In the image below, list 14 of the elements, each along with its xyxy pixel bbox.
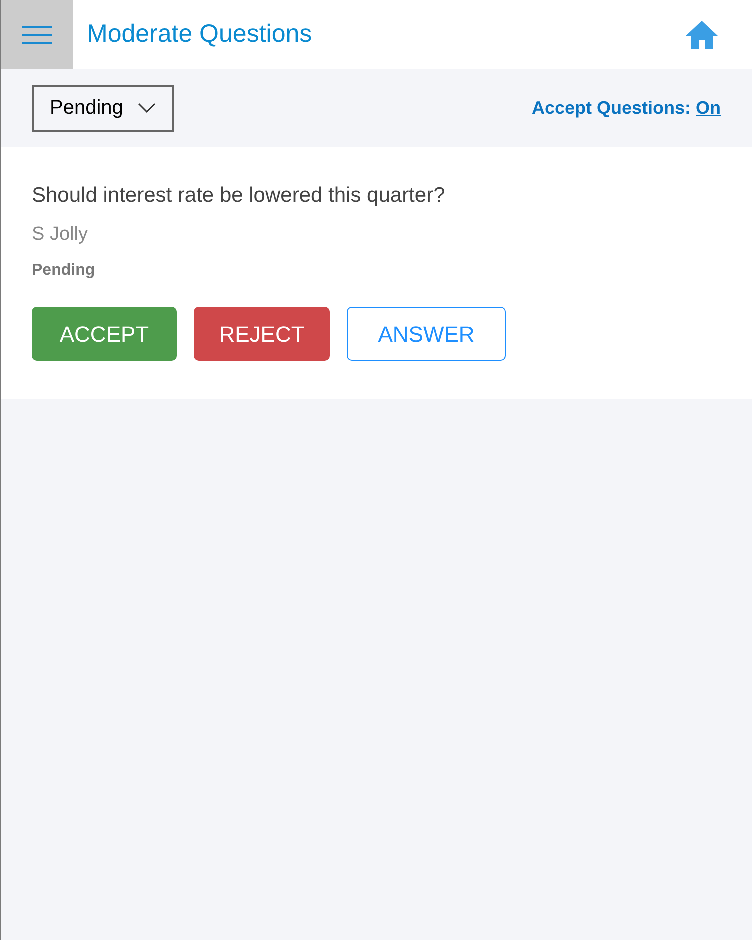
accept-questions-label: Accept Questions: <box>532 96 691 120</box>
accept-button[interactable]: ACCEPT <box>32 307 177 361</box>
question-status: Pending <box>32 261 96 281</box>
accept-questions-toggle[interactable]: On <box>696 94 721 122</box>
reject-button[interactable]: REJECT <box>194 307 330 361</box>
question-text: Should interest rate be lowered this quarter? <box>32 183 446 209</box>
filter-dropdown[interactable]: Pending <box>32 84 174 132</box>
menu-icon <box>22 24 52 44</box>
answer-button[interactable]: ANSWER <box>347 307 506 361</box>
chevron-down-icon <box>138 103 156 113</box>
question-author: S Jolly <box>32 222 89 246</box>
home-icon <box>685 20 719 50</box>
menu-button[interactable] <box>1 0 73 69</box>
page-title: Moderate Questions <box>87 18 312 50</box>
